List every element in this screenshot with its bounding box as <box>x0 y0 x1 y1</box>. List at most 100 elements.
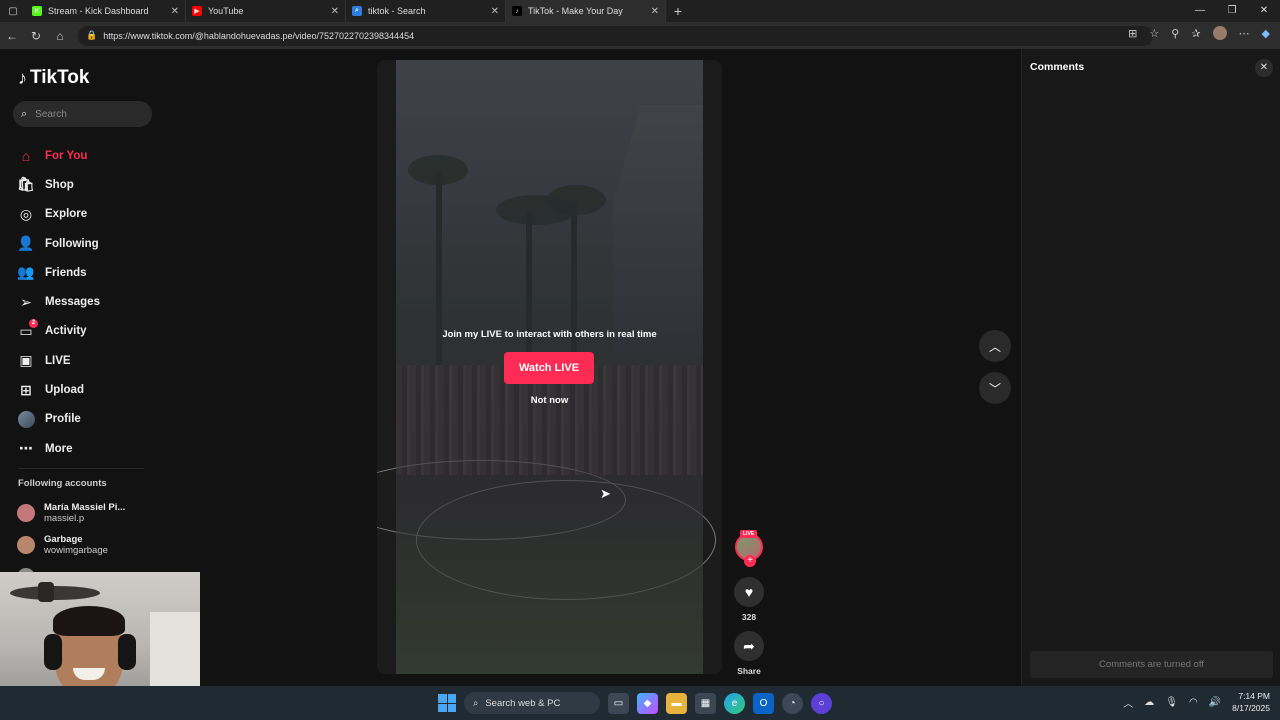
sidebar-item-upload[interactable]: ⊞ Upload <box>17 375 100 404</box>
tab-favicon-icon: ▶ <box>192 6 202 16</box>
sidebar-item-explore[interactable]: ◎ Explore <box>17 200 100 229</box>
onedrive-icon[interactable]: ☁ <box>1144 697 1154 708</box>
tab-favicon-icon: K <box>32 6 42 16</box>
edge-browser-icon[interactable]: e <box>724 692 745 714</box>
next-video-button[interactable]: ﹀ <box>979 372 1011 404</box>
copilot-icon[interactable]: ◆ <box>1262 27 1270 40</box>
share-button[interactable]: ➦ <box>734 631 764 661</box>
copilot-app-icon[interactable]: ◆ <box>637 692 658 714</box>
taskbar-center: ⌕ Search web & PC ▭ ◆ ▬ ▦ e O ◔ ○ <box>438 692 832 714</box>
microphone-icon[interactable]: 🎙 <box>1165 697 1178 708</box>
refresh-icon[interactable]: ↻ <box>24 29 48 43</box>
browser-tab[interactable]: ▶ YouTube ✕ <box>186 0 346 22</box>
sidebar-item-following[interactable]: 👤 Following <box>17 229 100 258</box>
like-count: 328 <box>741 612 757 622</box>
ceiling-fan-shape <box>10 586 100 600</box>
following-account-item[interactable]: María Massiel Pi... massiel.p <box>17 497 125 529</box>
shop-bag-icon: 🛍 <box>17 176 35 194</box>
search-input[interactable]: ⌕ Search <box>13 101 152 127</box>
task-view-icon[interactable]: ▭ <box>608 692 629 714</box>
live-badge: LIVE <box>740 530 758 538</box>
headset-left <box>44 634 62 670</box>
headset-right <box>118 634 136 670</box>
sidebar-item-label: Messages <box>45 296 100 309</box>
tab-close-icon[interactable]: ✕ <box>331 6 339 17</box>
minimize-icon[interactable]: — <box>1184 0 1216 22</box>
profile-avatar-icon <box>17 410 35 428</box>
tab-close-icon[interactable]: ✕ <box>491 6 499 17</box>
close-window-icon[interactable]: ✕ <box>1248 0 1280 22</box>
follow-plus-icon[interactable]: + <box>744 555 756 567</box>
browser-profile-avatar[interactable] <box>1212 26 1227 40</box>
app-view-icon[interactable]: ⊞ <box>1128 27 1137 40</box>
search-icon: ⌕ <box>21 107 28 120</box>
watch-live-button[interactable]: Watch LIVE <box>504 352 594 384</box>
comments-panel: Comments ✕ Comments are turned off <box>1021 49 1280 686</box>
volume-icon[interactable]: 🔊 <box>1209 697 1221 708</box>
not-now-button[interactable]: Not now <box>396 395 703 406</box>
ceiling-fan-center <box>38 582 54 602</box>
tiktok-note-icon: ♪ <box>18 67 27 88</box>
sidebar-item-friends[interactable]: 👥 Friends <box>17 258 100 287</box>
app-icon-purple[interactable]: ○ <box>811 692 832 714</box>
account-avatar <box>17 504 35 522</box>
close-comments-button[interactable]: ✕ <box>1255 59 1273 77</box>
sidebar-item-activity[interactable]: ▭ 2 Activity <box>17 317 100 346</box>
sidebar-item-live[interactable]: ▣ LIVE <box>17 346 100 375</box>
person-hair <box>53 606 125 636</box>
browser-tab-bar: ▢ K Stream - Kick Dashboard ✕ ▶ YouTube ✕ ⌕ tik… <box>0 0 1280 22</box>
favorite-star-icon[interactable]: ☆ <box>1149 27 1159 40</box>
tab-close-icon[interactable]: ✕ <box>171 6 179 17</box>
sidebar-divider <box>18 468 144 469</box>
system-clock[interactable]: 7:14 PM 8/17/2025 <box>1232 690 1270 714</box>
sidebar-item-shop[interactable]: 🛍 Shop <box>17 170 100 199</box>
settings-more-icon[interactable]: ⋯ <box>1239 27 1250 40</box>
logo-text: TikTok <box>30 67 90 88</box>
account-name: Garbage <box>44 534 83 545</box>
tiktok-logo[interactable]: ♪ TikTok <box>18 67 89 89</box>
sidebar-nav: ⌂ For You 🛍 Shop ◎ Explore 👤 Following 👥 Friends ➢… <box>17 141 100 463</box>
favorites-icon[interactable]: ✰ <box>1191 27 1200 40</box>
heart-icon: ♥ <box>744 584 754 600</box>
video-frame: Join my LIVE to interact with others in … <box>377 60 716 674</box>
home-icon: ⌂ <box>17 147 35 165</box>
tab-title: TikTok - Make Your Day <box>528 6 623 16</box>
extensions-icon[interactable]: ⚲ <box>1171 27 1179 40</box>
window-controls: — ❐ ✕ <box>1184 0 1280 22</box>
windows-start-icon[interactable] <box>438 694 456 712</box>
back-icon[interactable]: ← <box>0 29 24 43</box>
video-player[interactable]: Join my LIVE to interact with others in … <box>377 60 722 674</box>
new-tab-button[interactable]: + <box>666 3 690 19</box>
comments-title: Comments <box>1030 61 1085 73</box>
sidebar-item-more[interactable]: ⋯ More <box>17 434 100 463</box>
restore-icon[interactable]: ❐ <box>1216 0 1248 22</box>
previous-video-button[interactable]: ︿ <box>979 330 1011 362</box>
like-button[interactable]: ♥ <box>734 577 764 607</box>
sidebar-item-for-you[interactable]: ⌂ For You <box>17 141 100 170</box>
tab-close-icon[interactable]: ✕ <box>651 6 659 17</box>
home-browser-icon[interactable]: ⌂ <box>48 29 72 43</box>
nav-glyph: ➢ <box>20 293 32 310</box>
tab-actions-icon[interactable]: ▢ <box>0 0 26 22</box>
profile-avatar <box>17 410 35 428</box>
tray-chevron-icon[interactable]: ︿ <box>1123 695 1133 710</box>
nav-glyph: ◎ <box>19 205 33 222</box>
sidebar-item-messages[interactable]: ➢ Messages <box>17 287 100 316</box>
account-avatar <box>17 536 35 554</box>
app-icon-circle[interactable]: ◔ <box>782 692 803 714</box>
browser-tab[interactable]: K Stream - Kick Dashboard ✕ <box>26 0 186 22</box>
url-field[interactable]: 🔒 https://www.tiktok.com/@hablandohuevad… <box>78 25 1153 46</box>
outlook-icon[interactable]: O <box>753 692 774 714</box>
browser-tab[interactable]: ♪ TikTok - Make Your Day ✕ <box>506 0 666 22</box>
following-account-item[interactable]: Garbage wowimgarbage <box>17 529 125 561</box>
wifi-icon[interactable]: ◠ <box>1189 697 1198 708</box>
taskbar-search[interactable]: ⌕ Search web & PC <box>464 692 600 714</box>
file-explorer-icon[interactable]: ▬ <box>666 692 687 714</box>
account-name: María Massiel Pi... <box>44 502 126 513</box>
sidebar-item-profile[interactable]: Profile <box>17 405 100 434</box>
friends-icon: 👥 <box>17 264 35 282</box>
tab-favicon-icon: ♪ <box>512 6 522 16</box>
creator-avatar[interactable]: LIVE + <box>735 530 763 567</box>
store-icon[interactable]: ▦ <box>695 692 716 714</box>
browser-tab[interactable]: ⌕ tiktok - Search ✕ <box>346 0 506 22</box>
